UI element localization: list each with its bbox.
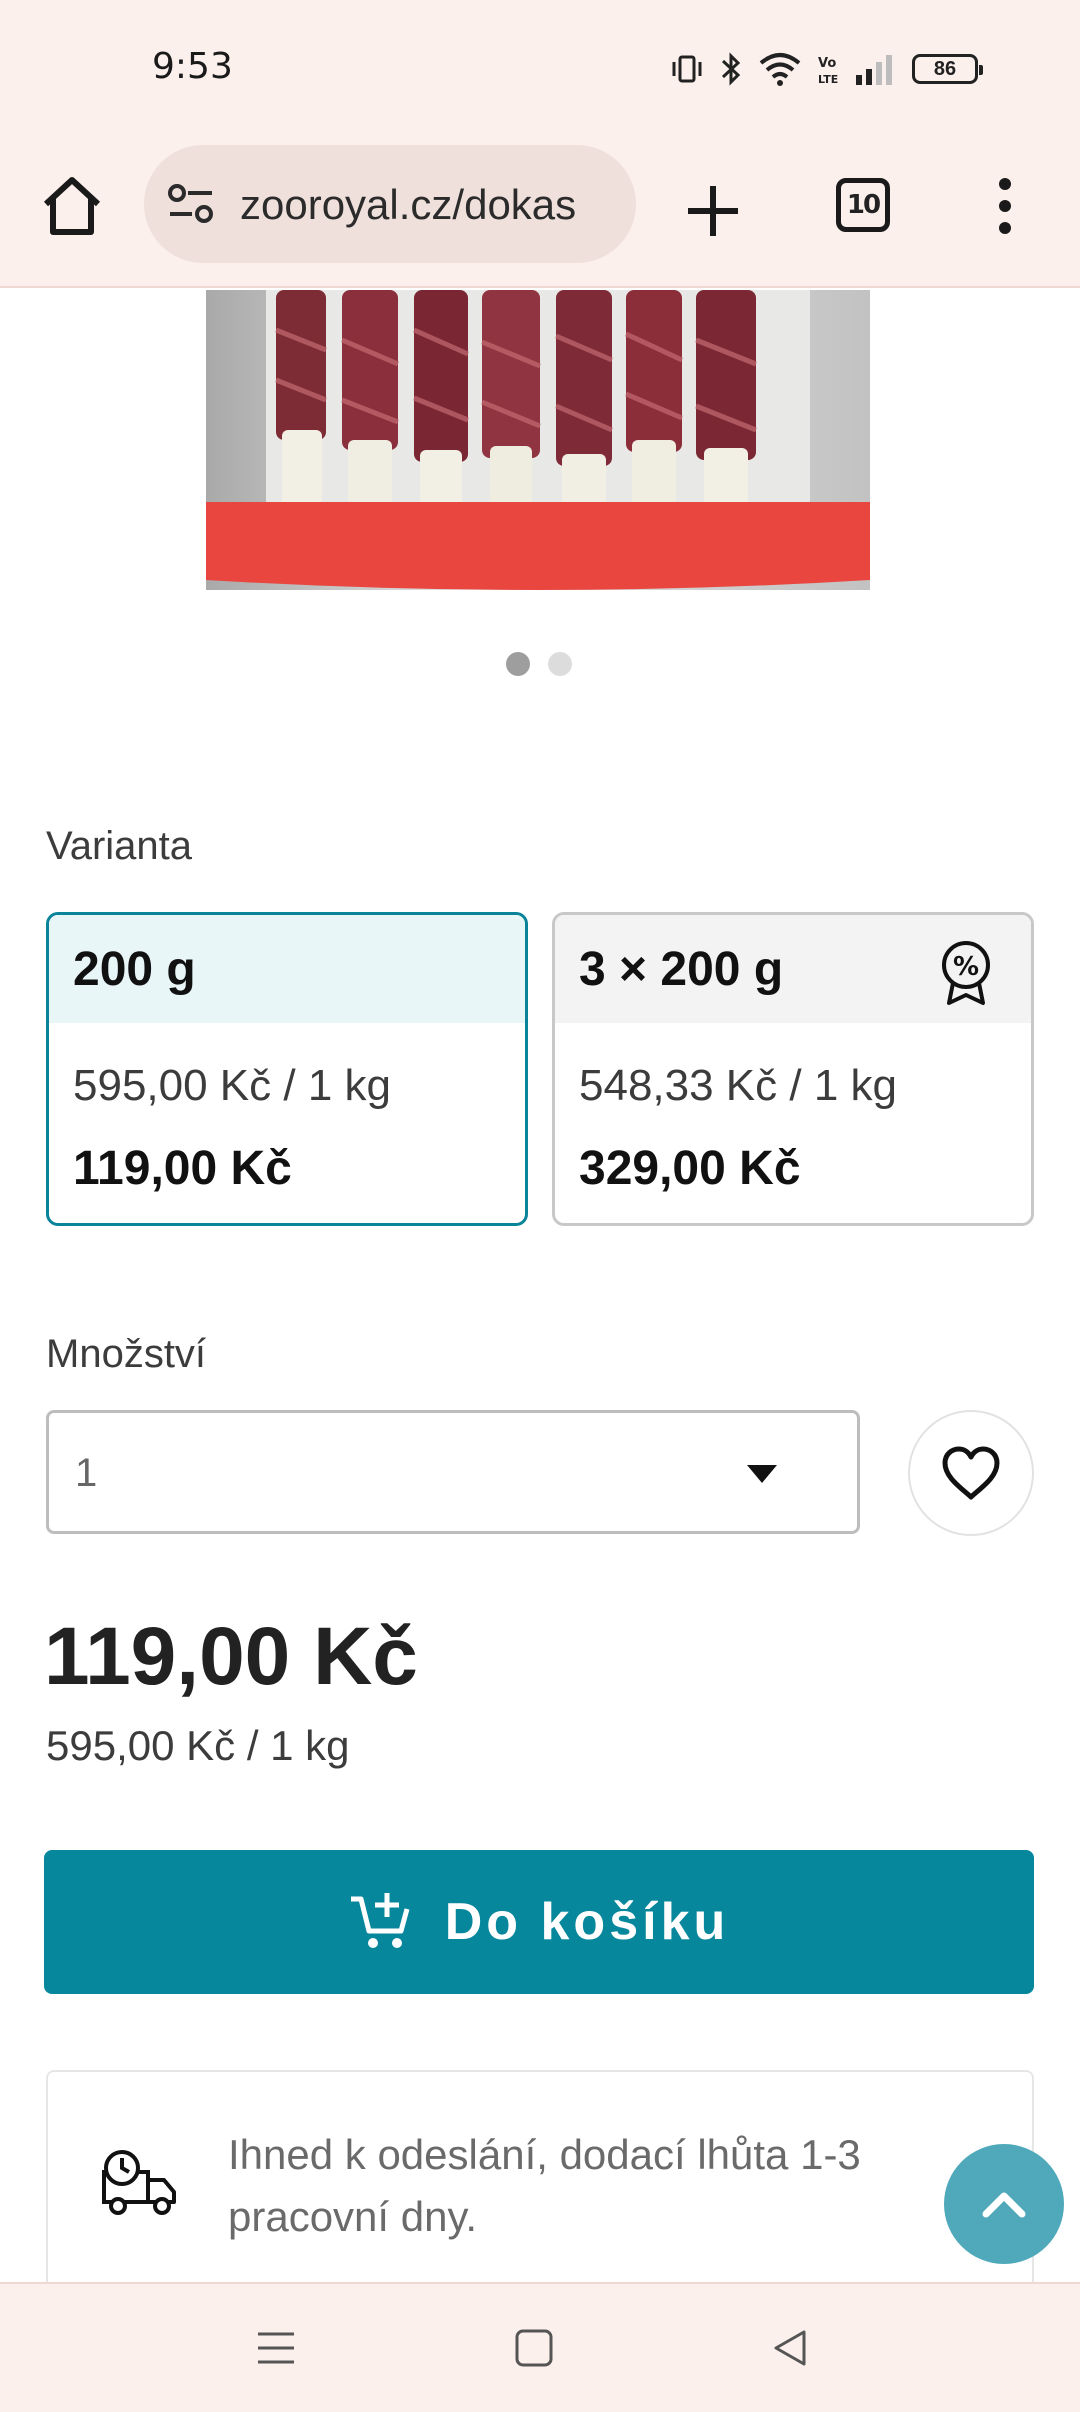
home-nav-icon[interactable] — [514, 2328, 554, 2368]
battery-icon: 86 — [912, 54, 983, 84]
new-tab-icon[interactable] — [682, 180, 744, 242]
volte-icon: Vo LTE — [818, 56, 838, 86]
address-bar[interactable]: zooroyal.cz/dokas — [144, 145, 636, 263]
tab-switcher-button[interactable]: 10 — [836, 178, 890, 232]
product-unit-price: 595,00 Kč / 1 kg — [46, 1722, 350, 1769]
browser-toolbar: zooroyal.cz/dokas 10 — [0, 140, 1080, 288]
status-time: 9:53 — [152, 46, 233, 87]
variant-option-header: 200 g — [49, 915, 525, 1023]
wifi-icon — [759, 53, 801, 86]
discount-badge-icon: % — [942, 941, 990, 1005]
gallery-pagination — [506, 652, 572, 676]
tab-count: 10 — [846, 190, 881, 220]
variant-option-header: 3 × 200 g % — [555, 915, 1031, 1023]
delivery-truck-icon — [102, 2150, 176, 2215]
wishlist-button[interactable] — [908, 1410, 1034, 1536]
svg-text:LTE: LTE — [818, 73, 838, 86]
delivery-text: Ihned k odeslání, dodací lhůta 1-3 praco… — [228, 2131, 861, 2240]
add-to-cart-label: Do košíku — [444, 1893, 730, 1951]
quantity-label: Množství — [46, 1332, 207, 1376]
status-icons: Vo LTE 86 — [670, 46, 983, 92]
variant-option-price: 329,00 Kč — [579, 1142, 801, 1195]
vibrate-icon — [672, 55, 702, 83]
bluetooth-icon — [721, 52, 741, 86]
quantity-value: 1 — [75, 1451, 98, 1495]
variant-option-name: 3 × 200 g — [579, 942, 784, 996]
add-to-cart-button[interactable]: Do košíku — [44, 1850, 1034, 1994]
gallery-dot-2[interactable] — [548, 652, 572, 676]
chevron-up-icon — [982, 2192, 1026, 2218]
battery-level: 86 — [933, 57, 957, 80]
scroll-to-top-button[interactable] — [944, 2144, 1064, 2264]
system-navigation-bar — [0, 2282, 1080, 2412]
variant-label: Varianta — [46, 824, 193, 868]
caret-down-icon — [747, 1465, 777, 1483]
url-text[interactable]: zooroyal.cz/dokas — [240, 181, 620, 229]
recent-apps-icon[interactable] — [256, 2328, 296, 2368]
gallery-dot-1[interactable] — [506, 652, 530, 676]
site-settings-icon[interactable] — [166, 183, 216, 225]
menu-icon[interactable] — [990, 176, 1020, 236]
home-icon[interactable] — [38, 172, 106, 240]
add-to-cart-icon — [350, 1893, 410, 1948]
signal-icon — [856, 55, 892, 85]
variant-option-price: 119,00 Kč — [73, 1142, 292, 1195]
variant-option-unit-price: 548,33 Kč / 1 kg — [579, 1061, 897, 1110]
heart-icon — [942, 1446, 1000, 1500]
svg-text:%: % — [953, 952, 979, 982]
variant-option-name: 200 g — [73, 942, 196, 996]
variant-option-200g[interactable]: 200 g 595,00 Kč / 1 kg 119,00 Kč — [46, 912, 528, 1226]
product-image[interactable] — [206, 290, 870, 598]
back-icon[interactable] — [770, 2328, 810, 2368]
variant-option-unit-price: 595,00 Kč / 1 kg — [73, 1061, 391, 1110]
svg-text:Vo: Vo — [818, 56, 836, 71]
status-bar: 9:53 Vo LTE 86 — [0, 0, 1080, 140]
product-price: 119,00 Kč — [44, 1611, 418, 1702]
variant-option-3x200g[interactable]: 3 × 200 g % 548,33 Kč / 1 kg 329,00 Kč — [552, 912, 1034, 1226]
quantity-select[interactable]: 1 — [46, 1410, 860, 1534]
